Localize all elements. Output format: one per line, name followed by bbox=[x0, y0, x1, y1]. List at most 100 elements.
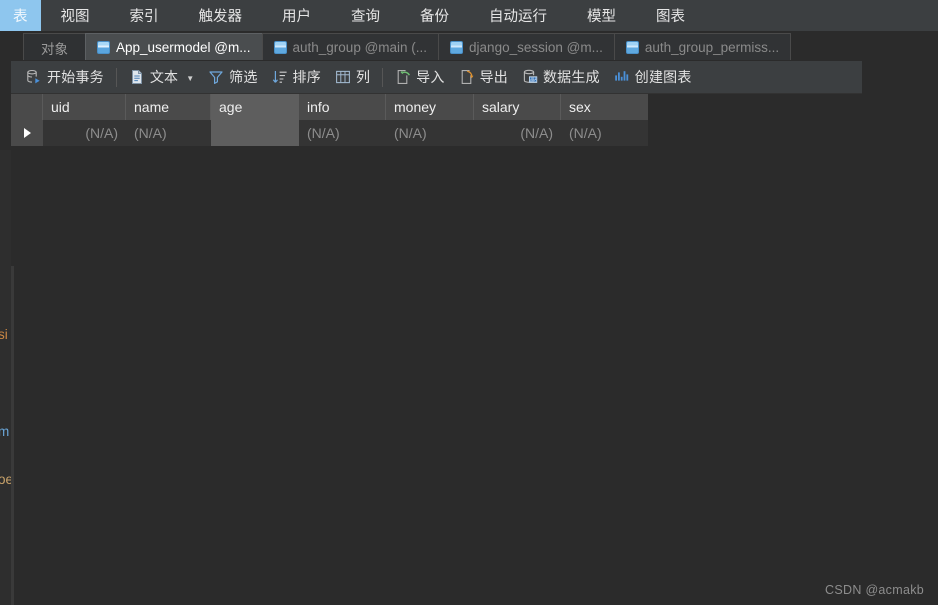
export-button[interactable]: 导出 bbox=[452, 64, 515, 90]
menu-item-tables[interactable]: 表 bbox=[0, 0, 41, 31]
tab-label: auth_group_permiss... bbox=[644, 40, 780, 55]
column-header-info[interactable]: info bbox=[299, 94, 386, 120]
import-label: 导入 bbox=[416, 69, 445, 85]
column-header-name[interactable]: name bbox=[126, 94, 211, 120]
menu-item-label: 模型 bbox=[587, 9, 616, 25]
filter-button[interactable]: 筛选 bbox=[201, 64, 264, 90]
current-row-arrow-icon bbox=[23, 128, 31, 138]
cell-value: (N/A) bbox=[85, 125, 118, 141]
toolbar-separator bbox=[115, 67, 117, 87]
cell-uid[interactable]: (N/A) bbox=[43, 120, 126, 146]
menu-item-indexes[interactable]: 索引 bbox=[110, 0, 179, 31]
grid-toolbar: 开始事务 文本 ▼ 筛选 排序 列 导入 导出 101 ABC 数据生成 创建图… bbox=[11, 61, 873, 94]
import-icon bbox=[395, 69, 411, 85]
left-panel-sliver[interactable]: si m oe bbox=[0, 266, 11, 605]
cell-info[interactable]: (N/A) bbox=[299, 120, 386, 146]
menu-item-label: 图表 bbox=[656, 9, 685, 25]
tab-app-usermodel[interactable]: App_usermodel @m... bbox=[85, 33, 262, 61]
menu-item-label: 视图 bbox=[60, 9, 90, 25]
text-icon bbox=[129, 69, 145, 85]
tab-objects[interactable]: 对象 bbox=[23, 33, 85, 61]
column-header-label: salary bbox=[482, 99, 520, 115]
column-header-label: age bbox=[219, 99, 243, 115]
cell-salary[interactable]: (N/A) bbox=[474, 120, 561, 146]
cell-age[interactable] bbox=[211, 120, 299, 146]
column-header-money[interactable]: money bbox=[386, 94, 474, 120]
cell-sex[interactable]: (N/A) bbox=[561, 120, 648, 146]
cell-value: (N/A) bbox=[520, 125, 553, 141]
column-header-label: info bbox=[307, 99, 330, 115]
menu-item-label: 索引 bbox=[129, 9, 159, 25]
chevron-down-icon[interactable]: ▼ bbox=[186, 74, 194, 83]
tab-django-session[interactable]: django_session @m... bbox=[438, 33, 614, 61]
text-label: 文本 bbox=[149, 69, 179, 85]
row-current-indicator[interactable] bbox=[11, 120, 43, 146]
menu-item-label: 备份 bbox=[420, 9, 449, 25]
cell-money[interactable]: (N/A) bbox=[386, 120, 474, 146]
tab-auth-group[interactable]: auth_group @main (... bbox=[261, 33, 439, 61]
tab-label: auth_group @main (... bbox=[292, 40, 428, 55]
editor-area: 对象 App_usermodel @m... auth_group @main … bbox=[11, 31, 938, 605]
import-button[interactable]: 导入 bbox=[388, 64, 451, 90]
svg-text:ABC: ABC bbox=[530, 79, 536, 83]
left-panel-text-fragment: si bbox=[0, 327, 8, 342]
data-generate-label: 数据生成 bbox=[542, 69, 600, 85]
column-header-label: sex bbox=[569, 99, 591, 115]
cell-name[interactable]: (N/A) bbox=[126, 120, 211, 146]
grid-corner-header[interactable] bbox=[11, 94, 43, 120]
watermark: CSDN @acmakb bbox=[825, 583, 924, 597]
right-gutter bbox=[862, 31, 938, 605]
table-icon bbox=[97, 41, 110, 54]
create-chart-button[interactable]: 创建图表 bbox=[607, 64, 699, 90]
sort-icon bbox=[272, 69, 288, 85]
tab-auth-group-permissions[interactable]: auth_group_permiss... bbox=[613, 33, 792, 61]
cell-value: (N/A) bbox=[394, 125, 427, 141]
begin-transaction-button[interactable]: 开始事务 bbox=[19, 64, 111, 90]
cell-value: (N/A) bbox=[134, 125, 167, 141]
text-button[interactable]: 文本 ▼ bbox=[122, 64, 201, 90]
sort-button[interactable]: 排序 bbox=[265, 64, 328, 90]
column-header-salary[interactable]: salary bbox=[474, 94, 561, 120]
create-chart-label: 创建图表 bbox=[634, 69, 692, 85]
column-header-label: money bbox=[394, 99, 437, 115]
tab-label: 对象 bbox=[41, 41, 68, 57]
menu-item-label: 表 bbox=[13, 9, 28, 25]
table-icon bbox=[625, 41, 639, 54]
columns-icon bbox=[335, 69, 351, 85]
menu-item-label: 触发器 bbox=[198, 9, 243, 25]
column-header-uid[interactable]: uid bbox=[43, 94, 126, 120]
table-tabstrip: 对象 App_usermodel @m... auth_group @main … bbox=[11, 31, 938, 61]
export-icon bbox=[459, 69, 475, 85]
grid-header-row: uid name age info money salary sex bbox=[11, 94, 648, 120]
menu-item-backup[interactable]: 备份 bbox=[400, 0, 469, 31]
data-generate-icon: 101 ABC bbox=[522, 69, 538, 85]
data-generate-button[interactable]: 101 ABC 数据生成 bbox=[515, 64, 607, 90]
column-header-sex[interactable]: sex bbox=[561, 94, 648, 120]
table-row[interactable]: (N/A) (N/A) (N/A) (N/A) (N/A) (N/A) bbox=[11, 120, 648, 146]
menu-item-chart[interactable]: 图表 bbox=[636, 0, 705, 31]
menu-item-views[interactable]: 视图 bbox=[41, 0, 110, 31]
cell-value: (N/A) bbox=[569, 125, 602, 141]
columns-label: 列 bbox=[355, 69, 371, 85]
toolbar-separator bbox=[382, 67, 384, 87]
menu-item-model[interactable]: 模型 bbox=[567, 0, 636, 31]
filter-icon bbox=[208, 69, 224, 85]
menu-item-query[interactable]: 查询 bbox=[331, 0, 400, 31]
table-icon bbox=[273, 41, 287, 54]
menu-item-label: 自动运行 bbox=[489, 9, 547, 25]
cell-value: (N/A) bbox=[307, 125, 340, 141]
tab-label: django_session @m... bbox=[469, 40, 603, 55]
filter-label: 筛选 bbox=[229, 69, 258, 85]
left-panel-text-fragment: m bbox=[0, 424, 10, 439]
menu-item-label: 查询 bbox=[351, 9, 380, 25]
columns-button[interactable]: 列 bbox=[328, 64, 377, 90]
menu-item-users[interactable]: 用户 bbox=[262, 0, 331, 31]
menu-item-automation[interactable]: 自动运行 bbox=[469, 0, 567, 31]
begin-transaction-icon bbox=[26, 69, 42, 85]
column-header-age[interactable]: age bbox=[211, 94, 299, 120]
export-label: 导出 bbox=[479, 69, 508, 85]
menu-item-triggers[interactable]: 触发器 bbox=[179, 0, 263, 31]
main-menubar: 表 视图 索引 触发器 用户 查询 备份 自动运行 模型 图表 bbox=[0, 0, 938, 32]
sort-label: 排序 bbox=[292, 69, 321, 85]
column-header-label: uid bbox=[51, 99, 70, 115]
